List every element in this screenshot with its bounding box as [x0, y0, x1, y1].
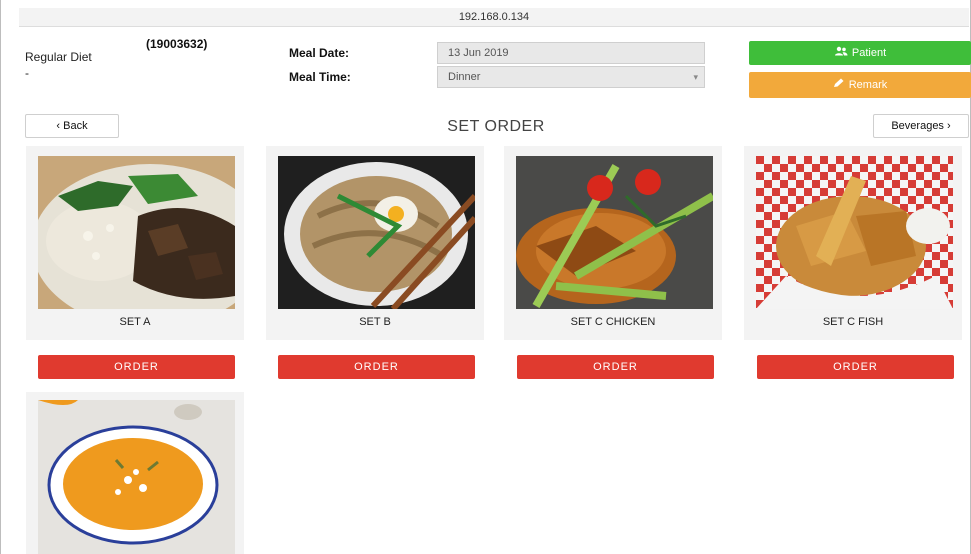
- set-b-photo: [278, 156, 475, 309]
- patient-button-label: Patient: [851, 47, 887, 59]
- set-c-chicken-title: SET C CHICKEN: [570, 316, 656, 328]
- beverages-button-label: Beverages ›: [891, 120, 951, 132]
- set-c-fish-photo: [756, 156, 953, 309]
- set-c-chicken-photo: [516, 156, 713, 309]
- set-a-title: SET A: [119, 316, 151, 328]
- back-button-label: ‹ Back: [56, 120, 88, 132]
- order-button-label: ORDER: [833, 361, 878, 373]
- order-button-label: ORDER: [114, 361, 159, 373]
- users-icon: [834, 42, 848, 66]
- patient-id: (19003632): [146, 37, 208, 51]
- chevron-down-icon: ▾: [693, 72, 698, 82]
- meal-date-field[interactable]: 13 Jun 2019: [437, 42, 705, 64]
- set-card-c-fish[interactable]: SET C FISH: [744, 146, 962, 340]
- set-c-fish-title: SET C FISH: [822, 316, 884, 328]
- set-card-c-chicken[interactable]: SET C CHICKEN: [504, 146, 722, 340]
- remark-button-label: Remark: [848, 79, 888, 91]
- patient-button[interactable]: Patient: [749, 41, 971, 65]
- meal-date-label: Meal Date:: [289, 46, 350, 60]
- set-card-a[interactable]: SET A: [26, 146, 244, 340]
- page-title: SET ORDER: [447, 118, 545, 135]
- set-card-soup[interactable]: [26, 392, 244, 554]
- diet-label: Regular Diet: [25, 50, 92, 64]
- order-button-set-c-fish[interactable]: ORDER: [757, 355, 954, 379]
- order-button-set-c-chicken[interactable]: ORDER: [517, 355, 714, 379]
- remark-button[interactable]: Remark: [749, 72, 971, 98]
- app-page: 192.168.0.134 Regular Diet - (19003632) …: [0, 0, 971, 554]
- soup-photo: [38, 400, 235, 554]
- back-button[interactable]: ‹ Back: [25, 114, 119, 138]
- diet-dash: -: [25, 66, 29, 80]
- address-bar[interactable]: 192.168.0.134: [19, 8, 969, 27]
- meal-time-select[interactable]: Dinner ▾: [437, 66, 705, 88]
- order-button-label: ORDER: [354, 361, 399, 373]
- set-a-photo: [38, 156, 235, 309]
- meal-time-value: Dinner: [448, 71, 481, 83]
- pencil-icon: [833, 73, 845, 99]
- order-button-label: ORDER: [593, 361, 638, 373]
- meal-time-label: Meal Time:: [289, 70, 351, 84]
- address-url: 192.168.0.134: [458, 11, 530, 23]
- set-b-title: SET B: [359, 316, 391, 328]
- meal-date-value: 13 Jun 2019: [448, 47, 509, 59]
- order-button-set-b[interactable]: ORDER: [278, 355, 475, 379]
- set-card-b[interactable]: SET B: [266, 146, 484, 340]
- order-button-set-a[interactable]: ORDER: [38, 355, 235, 379]
- beverages-button[interactable]: Beverages ›: [873, 114, 969, 138]
